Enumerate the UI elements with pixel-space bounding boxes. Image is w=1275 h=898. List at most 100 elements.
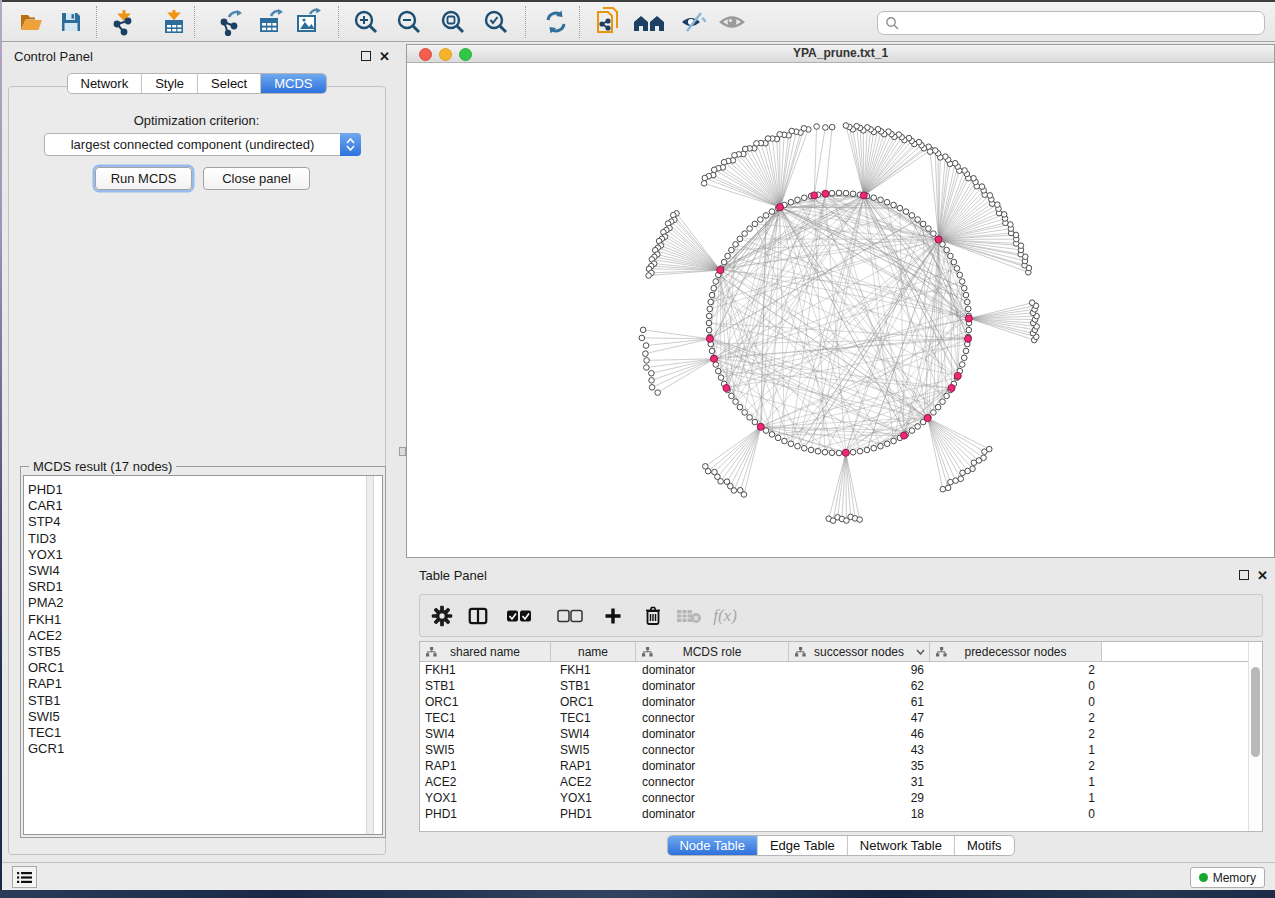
mcds-result-item[interactable]: PMA2: [28, 595, 382, 611]
mcds-result-item[interactable]: ORC1: [28, 660, 382, 676]
table-row[interactable]: YOX1YOX1connector291: [420, 790, 1262, 806]
table-cell: 46: [789, 726, 930, 742]
tab-edge-table[interactable]: Edge Table: [758, 836, 848, 855]
show-eye-icon[interactable]: [716, 7, 748, 37]
save-icon[interactable]: [55, 7, 87, 37]
mcds-result-item[interactable]: RAP1: [28, 676, 382, 692]
mcds-result-item[interactable]: STB1: [28, 693, 382, 709]
mcds-result-item[interactable]: STP4: [28, 514, 382, 530]
mcds-list-scrollbar[interactable]: [366, 476, 374, 834]
close-panel-button[interactable]: Close panel: [203, 167, 310, 190]
memory-status-icon: [1199, 873, 1208, 882]
table-cell: FKH1: [551, 662, 636, 678]
splitter-handle[interactable]: [399, 447, 406, 456]
hide-eye-icon[interactable]: [677, 7, 709, 37]
table-cell: ORC1: [551, 694, 636, 710]
home-layout-icon[interactable]: [633, 7, 665, 37]
import-network-icon[interactable]: [108, 7, 140, 37]
mcds-result-item[interactable]: FKH1: [28, 612, 382, 628]
mcds-result-item[interactable]: SRD1: [28, 579, 382, 595]
tab-mcds[interactable]: MCDS: [261, 74, 325, 93]
mcds-result-legend: MCDS result (17 nodes): [29, 459, 176, 474]
refresh-icon[interactable]: [540, 7, 572, 37]
mcds-result-list[interactable]: PHD1CAR1STP4TID3YOX1SWI4SRD1PMA2FKH1ACE2…: [23, 475, 383, 835]
mcds-result-item[interactable]: YOX1: [28, 547, 382, 563]
tab-style[interactable]: Style: [142, 74, 198, 93]
delete-column-icon[interactable]: [638, 601, 668, 631]
close-window-icon[interactable]: [419, 48, 432, 61]
network-view-titlebar[interactable]: YPA_prune.txt_1: [407, 45, 1274, 63]
tab-network[interactable]: Network: [67, 74, 142, 93]
float-table-panel-icon[interactable]: [1239, 570, 1249, 580]
close-panel-icon[interactable]: ✕: [379, 49, 390, 64]
search-input[interactable]: [877, 11, 1265, 35]
zoom-out-icon[interactable]: [393, 7, 425, 37]
table-row[interactable]: FKH1FKH1dominator962: [420, 662, 1262, 678]
tab-node-table[interactable]: Node Table: [667, 836, 758, 855]
mcds-result-item[interactable]: GCR1: [28, 741, 382, 757]
table-cell: 1: [930, 774, 1102, 790]
column-header-successor-nodes[interactable]: successor nodes: [789, 642, 930, 661]
table-cell: 2: [930, 726, 1102, 742]
table-scrollbar[interactable]: [1248, 642, 1262, 831]
mcds-result-item[interactable]: CAR1: [28, 498, 382, 514]
table-cell: dominator: [636, 806, 789, 822]
column-header-shared-name[interactable]: shared name: [420, 642, 551, 661]
table-cell: 47: [789, 710, 930, 726]
column-header-predecessor-nodes[interactable]: predecessor nodes: [930, 642, 1102, 661]
tab-motifs[interactable]: Motifs: [955, 836, 1014, 855]
control-panel-title: Control Panel: [14, 49, 93, 64]
add-column-icon[interactable]: [598, 601, 628, 631]
optimization-criterion-dropdown[interactable]: largest connected component (undirected): [44, 133, 361, 156]
mcds-result-item[interactable]: ACE2: [28, 628, 382, 644]
node-table: shared namenameMCDS rolesuccessor nodesp…: [419, 641, 1263, 832]
zoom-fit-icon[interactable]: [437, 7, 469, 37]
export-table-icon[interactable]: [255, 7, 287, 37]
table-cell: 0: [930, 694, 1102, 710]
run-mcds-button[interactable]: Run MCDS: [95, 167, 192, 190]
toolbar-separator: [194, 6, 195, 38]
column-header-MCDS-role[interactable]: MCDS role: [636, 642, 789, 661]
settings-gear-icon[interactable]: [427, 601, 457, 631]
table-cell: 29: [789, 790, 930, 806]
float-window-icon[interactable]: [361, 51, 371, 61]
zoom-selected-icon[interactable]: [480, 7, 512, 37]
table-row[interactable]: SWI5SWI5connector431: [420, 742, 1262, 758]
column-header-name[interactable]: name: [551, 642, 636, 661]
share-document-icon[interactable]: [592, 7, 624, 37]
mcds-result-item[interactable]: TEC1: [28, 725, 382, 741]
table-scrollbar-thumb[interactable]: [1251, 667, 1260, 757]
table-row[interactable]: RAP1RAP1dominator352: [420, 758, 1262, 774]
minimize-window-icon[interactable]: [439, 48, 452, 61]
zoom-in-icon[interactable]: [350, 7, 382, 37]
tab-select[interactable]: Select: [198, 74, 261, 93]
maximize-window-icon[interactable]: [459, 48, 472, 61]
table-row[interactable]: PHD1PHD1dominator180: [420, 806, 1262, 822]
mcds-result-item[interactable]: STB5: [28, 644, 382, 660]
tab-network-table[interactable]: Network Table: [848, 836, 955, 855]
deselect-all-icon[interactable]: [555, 601, 585, 631]
open-file-icon[interactable]: [15, 7, 47, 37]
mcds-result-item[interactable]: SWI4: [28, 563, 382, 579]
mcds-result-item[interactable]: SWI5: [28, 709, 382, 725]
table-row[interactable]: ORC1ORC1dominator610: [420, 694, 1262, 710]
mcds-result-item[interactable]: TID3: [28, 531, 382, 547]
table-cell: 0: [930, 678, 1102, 694]
memory-button[interactable]: Memory: [1190, 867, 1265, 888]
export-network-icon[interactable]: [215, 7, 247, 37]
control-panel-tabs: NetworkStyleSelectMCDS: [66, 73, 326, 94]
network-canvas[interactable]: [407, 63, 1274, 557]
table-row[interactable]: SWI4SWI4dominator462: [420, 726, 1262, 742]
table-row[interactable]: ACE2ACE2connector311: [420, 774, 1262, 790]
table-cell: YOX1: [420, 790, 551, 806]
import-table-icon[interactable]: [158, 7, 190, 37]
table-row[interactable]: TEC1TEC1connector472: [420, 710, 1262, 726]
show-panels-button[interactable]: [12, 866, 37, 888]
mcds-result-item[interactable]: PHD1: [28, 482, 382, 498]
select-all-icon[interactable]: [504, 601, 534, 631]
close-table-panel-icon[interactable]: ✕: [1257, 568, 1268, 583]
table-cell: 61: [789, 694, 930, 710]
table-row[interactable]: STB1STB1dominator620: [420, 678, 1262, 694]
show-columns-icon[interactable]: [463, 601, 493, 631]
export-image-icon[interactable]: [293, 7, 325, 37]
